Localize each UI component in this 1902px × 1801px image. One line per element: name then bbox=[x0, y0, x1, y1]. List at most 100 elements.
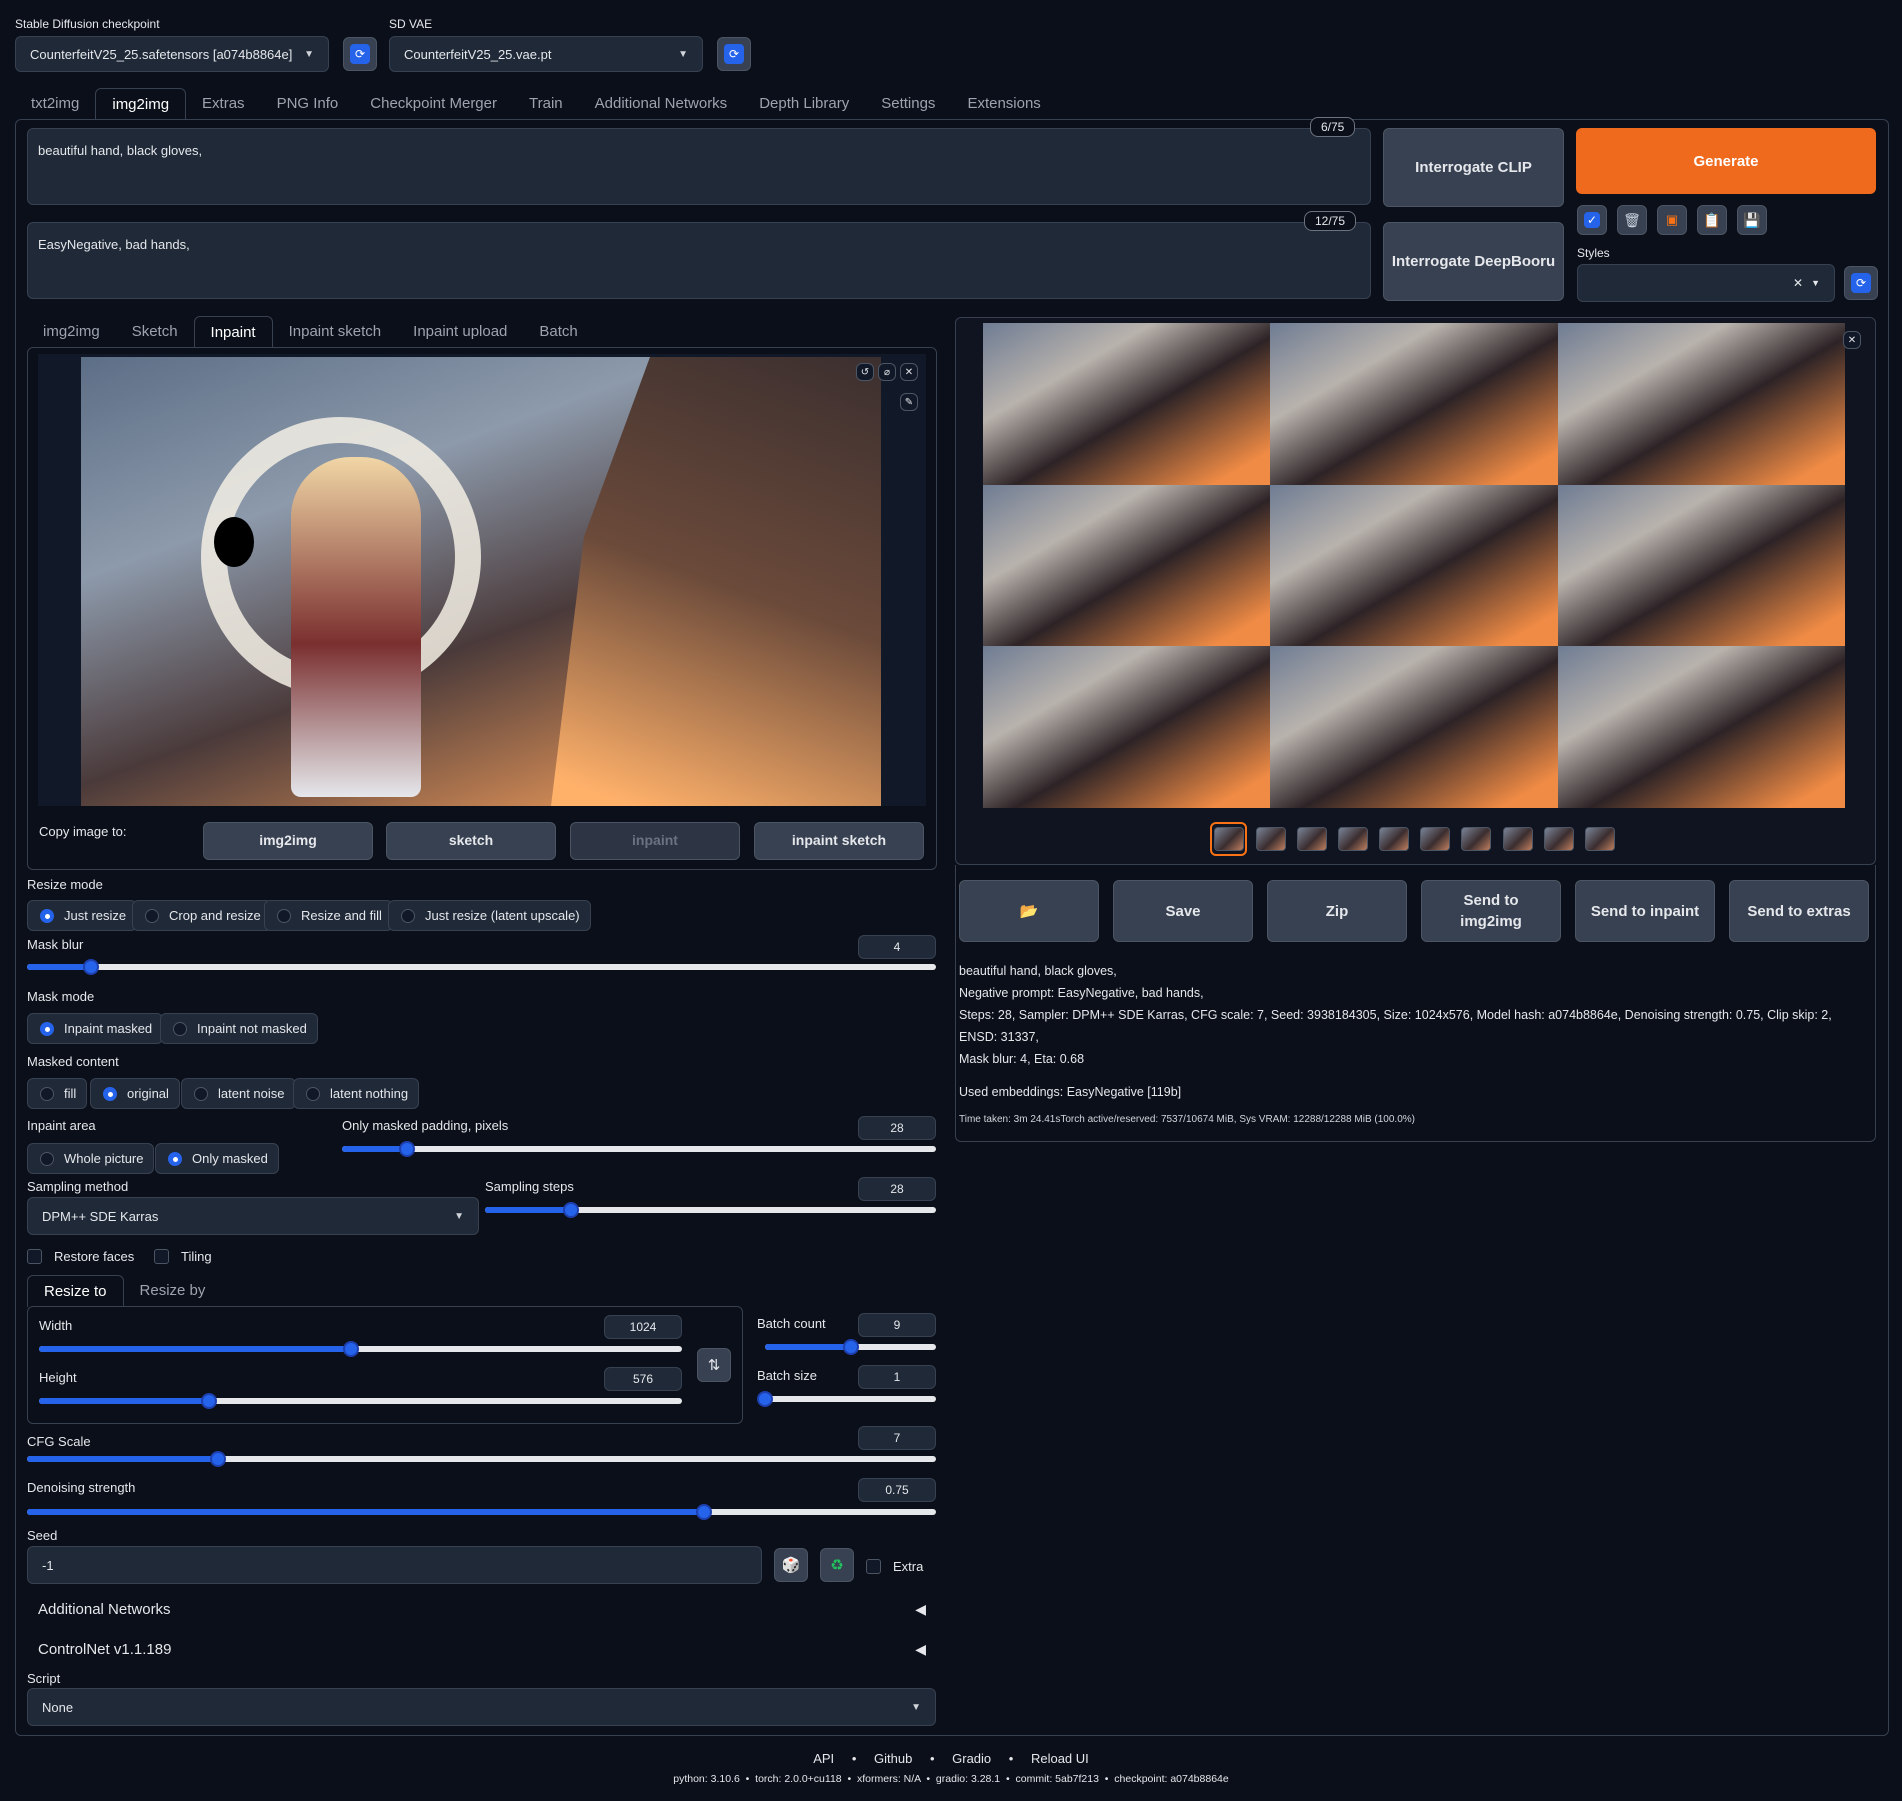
checkbox-box[interactable] bbox=[866, 1559, 881, 1574]
masked-content-latent-noise-radio[interactable]: latent noise bbox=[181, 1078, 296, 1109]
close-icon[interactable]: ✕ bbox=[900, 363, 918, 381]
mask-blur-slider[interactable] bbox=[27, 959, 936, 975]
inpaint-area-whole-radio[interactable]: Whole picture bbox=[27, 1143, 155, 1174]
batch-count-input[interactable]: 9 bbox=[858, 1313, 936, 1337]
footer-api-link[interactable]: API bbox=[813, 1751, 834, 1766]
clear-prompt-button[interactable]: 🗑 bbox=[1617, 205, 1647, 235]
vae-dropdown[interactable]: CounterfeitV25_25.vae.pt ▼ bbox=[389, 36, 703, 72]
restore-faces-checkbox[interactable]: Restore faces bbox=[27, 1249, 134, 1264]
thumbnail[interactable] bbox=[1461, 827, 1491, 851]
brush-icon[interactable]: ✎ bbox=[900, 393, 918, 411]
slider-handle[interactable] bbox=[757, 1391, 773, 1407]
prompt-textarea[interactable]: beautiful hand, black gloves, bbox=[27, 128, 1371, 205]
tab-inpaint-sketch[interactable]: Inpaint sketch bbox=[273, 316, 398, 348]
tab-sketch[interactable]: Sketch bbox=[116, 316, 194, 348]
mask-mode-not-masked-radio[interactable]: Inpaint not masked bbox=[160, 1013, 318, 1044]
interrogate-clip-button[interactable]: Interrogate CLIP bbox=[1383, 128, 1564, 207]
tab-png-info[interactable]: PNG Info bbox=[261, 88, 355, 120]
tab-img2img[interactable]: img2img bbox=[95, 88, 187, 120]
styles-dropdown[interactable]: ✕ ▼ bbox=[1577, 264, 1835, 302]
height-input[interactable]: 576 bbox=[604, 1367, 682, 1391]
negative-prompt-textarea[interactable]: EasyNegative, bad hands, bbox=[27, 222, 1371, 299]
output-grid-image[interactable] bbox=[983, 323, 1845, 808]
tab-additional-networks[interactable]: Additional Networks bbox=[579, 88, 744, 120]
cfg-scale-slider[interactable] bbox=[27, 1451, 936, 1467]
thumbnail[interactable] bbox=[1503, 827, 1533, 851]
checkbox-box[interactable] bbox=[154, 1249, 169, 1264]
tab-txt2img[interactable]: txt2img bbox=[15, 88, 95, 120]
save-style-button[interactable]: 💾 bbox=[1737, 205, 1767, 235]
resize-fill-radio[interactable]: Resize and fill bbox=[264, 900, 393, 931]
eraser-icon[interactable]: ⌀ bbox=[878, 363, 896, 381]
extra-seed-checkbox[interactable]: Extra bbox=[866, 1559, 923, 1574]
padding-slider[interactable] bbox=[342, 1141, 936, 1157]
width-slider[interactable] bbox=[39, 1341, 682, 1357]
thumbnail[interactable] bbox=[1338, 827, 1368, 851]
batch-size-input[interactable]: 1 bbox=[858, 1365, 936, 1389]
thumbnail[interactable] bbox=[1420, 827, 1450, 851]
copy-to-sketch-button[interactable]: sketch bbox=[386, 822, 556, 860]
resize-crop-radio[interactable]: Crop and resize bbox=[132, 900, 272, 931]
thumbnail[interactable] bbox=[1256, 827, 1286, 851]
height-slider[interactable] bbox=[39, 1393, 682, 1409]
slider-handle[interactable] bbox=[842, 1339, 859, 1355]
additional-networks-accordion[interactable]: Additional Networks ◀ bbox=[38, 1601, 926, 1618]
width-input[interactable]: 1024 bbox=[604, 1315, 682, 1339]
tab-train[interactable]: Train bbox=[513, 88, 579, 120]
tiling-checkbox[interactable]: Tiling bbox=[154, 1249, 212, 1264]
controlnet-accordion[interactable]: ControlNet v1.1.189 ◀ bbox=[38, 1641, 926, 1658]
sampling-method-dropdown[interactable]: DPM++ SDE Karras ▼ bbox=[27, 1197, 479, 1235]
slider-handle[interactable] bbox=[82, 959, 99, 975]
refresh-styles-button[interactable]: ⟳ bbox=[1844, 266, 1878, 300]
copy-to-inpaint-button[interactable]: inpaint bbox=[570, 822, 740, 860]
resize-just-resize-radio[interactable]: Just resize bbox=[27, 900, 138, 931]
thumbnail[interactable] bbox=[1297, 827, 1327, 851]
footer-reload-link[interactable]: Reload UI bbox=[1031, 1751, 1089, 1766]
script-dropdown[interactable]: None ▼ bbox=[27, 1688, 936, 1726]
thumbnail[interactable] bbox=[1544, 827, 1574, 851]
resize-latent-radio[interactable]: Just resize (latent upscale) bbox=[388, 900, 591, 931]
copy-to-inpaint-sketch-button[interactable]: inpaint sketch bbox=[754, 822, 924, 860]
cfg-scale-input[interactable]: 7 bbox=[858, 1426, 936, 1450]
mask-blur-input[interactable]: 4 bbox=[858, 935, 936, 959]
reuse-seed-button[interactable]: ♻ bbox=[820, 1548, 854, 1582]
padding-input[interactable]: 28 bbox=[858, 1116, 936, 1140]
interrogate-deepbooru-button[interactable]: Interrogate DeepBooru bbox=[1383, 222, 1564, 301]
copy-to-img2img-button[interactable]: img2img bbox=[203, 822, 373, 860]
show-extra-networks-button[interactable]: ✓ bbox=[1577, 205, 1607, 235]
random-seed-button[interactable]: 🎲 bbox=[774, 1548, 808, 1582]
tab-settings[interactable]: Settings bbox=[865, 88, 951, 120]
inpaint-area-only-masked-radio[interactable]: Only masked bbox=[155, 1143, 279, 1174]
refresh-vae-button[interactable]: ⟳ bbox=[717, 37, 751, 71]
slider-handle[interactable] bbox=[209, 1451, 226, 1467]
tab-depth-library[interactable]: Depth Library bbox=[743, 88, 865, 120]
clear-styles-icon[interactable]: ✕ bbox=[1793, 276, 1803, 290]
batch-count-slider[interactable] bbox=[765, 1339, 936, 1355]
thumbnail[interactable] bbox=[1585, 827, 1615, 851]
swap-dimensions-button[interactable]: ⇅ bbox=[697, 1348, 731, 1382]
close-gallery-icon[interactable]: ✕ bbox=[1843, 331, 1861, 349]
sampling-steps-input[interactable]: 28 bbox=[858, 1177, 936, 1201]
read-params-button[interactable]: ▣ bbox=[1657, 205, 1687, 235]
undo-icon[interactable]: ↺ bbox=[856, 363, 874, 381]
thumbnail-grid[interactable] bbox=[1214, 827, 1244, 851]
thumbnail[interactable] bbox=[1379, 827, 1409, 851]
masked-content-fill-radio[interactable]: fill bbox=[27, 1078, 88, 1109]
tab-inpaint-upload[interactable]: Inpaint upload bbox=[397, 316, 523, 348]
tab-batch[interactable]: Batch bbox=[523, 316, 593, 348]
apply-style-button[interactable]: 📋 bbox=[1697, 205, 1727, 235]
tab-resize-by[interactable]: Resize by bbox=[124, 1275, 222, 1307]
slider-handle[interactable] bbox=[562, 1202, 579, 1218]
footer-gradio-link[interactable]: Gradio bbox=[952, 1751, 991, 1766]
tab-extras[interactable]: Extras bbox=[186, 88, 261, 120]
denoising-slider[interactable] bbox=[27, 1504, 936, 1520]
masked-content-original-radio[interactable]: original bbox=[90, 1078, 180, 1109]
inpaint-canvas-area[interactable]: ↺ ⌀ ✕ ✎ bbox=[38, 354, 926, 806]
slider-handle[interactable] bbox=[342, 1341, 359, 1357]
tab-inpaint[interactable]: Inpaint bbox=[193, 316, 273, 348]
tab-img2img-sub[interactable]: img2img bbox=[27, 316, 116, 348]
tab-checkpoint-merger[interactable]: Checkpoint Merger bbox=[354, 88, 513, 120]
tab-extensions[interactable]: Extensions bbox=[951, 88, 1056, 120]
checkbox-box[interactable] bbox=[27, 1249, 42, 1264]
refresh-checkpoint-button[interactable]: ⟳ bbox=[343, 37, 377, 71]
